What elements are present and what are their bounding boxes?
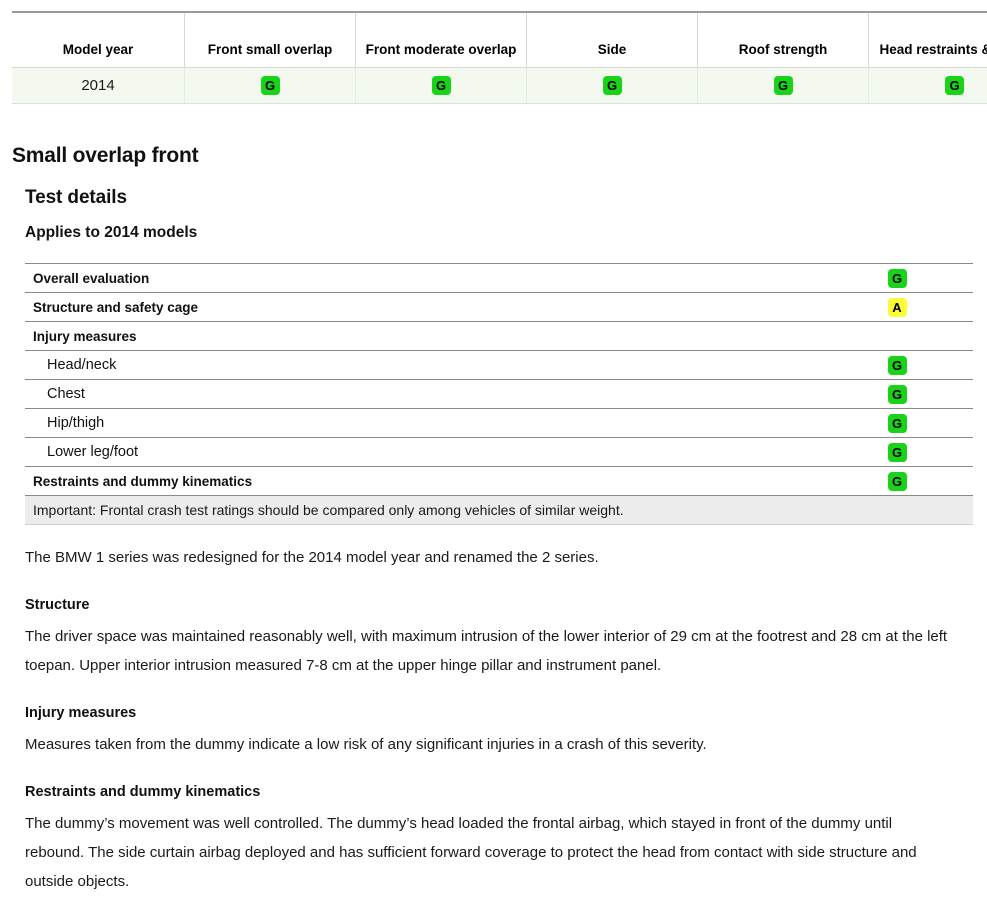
structure-paragraph: The driver space was maintained reasonab… bbox=[25, 622, 955, 680]
summary-ratings-table: Model year Front small overlap Front mod… bbox=[12, 11, 987, 104]
rating-chip-head-neck: G bbox=[888, 356, 907, 375]
cell-side: G bbox=[527, 68, 698, 104]
summary-table-body: 2014 G G G G G bbox=[12, 68, 987, 104]
detail-label: Overall evaluation bbox=[25, 271, 149, 286]
rating-chip-chest: G bbox=[888, 385, 907, 404]
detail-rating-cell: G bbox=[882, 467, 912, 495]
detail-row-injury-measures: Injury measures bbox=[25, 322, 973, 351]
cell-roof-strength: G bbox=[698, 68, 869, 104]
detail-row-restraints-and-dummy-kinematics: Restraints and dummy kinematics G bbox=[25, 467, 973, 496]
detail-label: Head/neck bbox=[25, 357, 116, 373]
detail-row-overall-evaluation: Overall evaluation G bbox=[25, 264, 973, 293]
injury-measures-paragraph: Measures taken from the dummy indicate a… bbox=[25, 730, 955, 759]
rating-chip-restraints-and-dummy-kinematics: G bbox=[888, 472, 907, 491]
detail-rating-cell: G bbox=[882, 351, 912, 379]
detail-rating-cell: G bbox=[882, 409, 912, 437]
detail-rating-cell bbox=[882, 322, 912, 350]
rating-chip-front-moderate-overlap: G bbox=[432, 76, 451, 95]
detail-row-chest: Chest G bbox=[25, 380, 973, 409]
structure-heading: Structure bbox=[25, 592, 955, 618]
test-description-body: The BMW 1 series was redesigned for the … bbox=[25, 543, 955, 916]
intro-paragraph: The BMW 1 series was redesigned for the … bbox=[25, 543, 955, 572]
detail-label: Structure and safety cage bbox=[25, 300, 198, 315]
detail-rating-cell: G bbox=[882, 264, 912, 292]
summary-ratings-section: Model year Front small overlap Front mod… bbox=[0, 0, 987, 104]
column-header-front-moderate-overlap: Front moderate overlap bbox=[356, 12, 527, 68]
cell-front-small-overlap: G bbox=[185, 68, 356, 104]
column-header-roof-strength: Roof strength bbox=[698, 12, 869, 68]
rating-chip-overall-evaluation: G bbox=[888, 269, 907, 288]
rating-chip-lower-leg-foot: G bbox=[888, 443, 907, 462]
detail-rating-cell: A bbox=[882, 293, 912, 321]
detail-ratings-table: Overall evaluation G Structure and safet… bbox=[25, 263, 973, 525]
summary-table-head: Model year Front small overlap Front mod… bbox=[12, 12, 987, 68]
detail-rating-cell: G bbox=[882, 380, 912, 408]
detail-label: Hip/thigh bbox=[25, 415, 104, 431]
detail-label: Restraints and dummy kinematics bbox=[25, 474, 252, 489]
column-header-front-small-overlap: Front small overlap bbox=[185, 12, 356, 68]
rating-chip-side: G bbox=[603, 76, 622, 95]
rating-chip-hip-thigh: G bbox=[888, 414, 907, 433]
column-header-head-restraints-seats: Head restraints & seats bbox=[869, 12, 987, 68]
important-note-text: Important: Frontal crash test ratings sh… bbox=[25, 502, 624, 518]
cell-model-year: 2014 bbox=[12, 68, 185, 104]
rating-chip-structure-and-safety-cage: A bbox=[888, 298, 907, 317]
summary-header-row: Model year Front small overlap Front mod… bbox=[12, 12, 987, 68]
column-header-side: Side bbox=[527, 12, 698, 68]
applies-to-subheading: Applies to 2014 models bbox=[25, 224, 197, 242]
detail-label: Injury measures bbox=[25, 329, 137, 344]
detail-label: Lower leg/foot bbox=[25, 444, 138, 460]
detail-rating-cell: G bbox=[882, 438, 912, 466]
rating-chip-head-restraints-seats: G bbox=[945, 76, 964, 95]
restraints-heading: Restraints and dummy kinematics bbox=[25, 779, 955, 805]
detail-row-structure-and-safety-cage: Structure and safety cage A bbox=[25, 293, 973, 322]
detail-label: Chest bbox=[25, 386, 85, 402]
detail-row-hip-thigh: Hip/thigh G bbox=[25, 409, 973, 438]
cell-head-restraints-seats: G bbox=[869, 68, 987, 104]
important-note-row: Important: Frontal crash test ratings sh… bbox=[25, 496, 973, 525]
detail-row-lower-leg-foot: Lower leg/foot G bbox=[25, 438, 973, 467]
rating-chip-front-small-overlap: G bbox=[261, 76, 280, 95]
injury-measures-heading: Injury measures bbox=[25, 700, 955, 726]
restraints-paragraph: The dummy’s movement was well controlled… bbox=[25, 809, 955, 896]
cell-front-moderate-overlap: G bbox=[356, 68, 527, 104]
table-row: 2014 G G G G G bbox=[12, 68, 987, 104]
column-header-model-year: Model year bbox=[12, 12, 185, 68]
rating-chip-roof-strength: G bbox=[774, 76, 793, 95]
page-title: Small overlap front bbox=[12, 144, 198, 168]
detail-row-head-neck: Head/neck G bbox=[25, 351, 973, 380]
test-details-heading: Test details bbox=[25, 187, 127, 209]
